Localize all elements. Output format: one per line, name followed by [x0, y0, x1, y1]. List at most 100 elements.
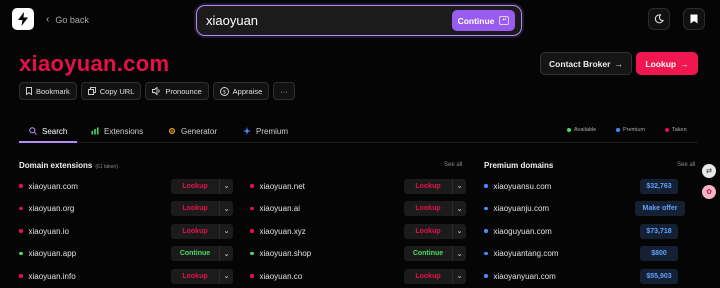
- price-button[interactable]: $55,903: [640, 268, 678, 284]
- domain-row[interactable]: xiaoyuan.info: [19, 268, 76, 284]
- price-button[interactable]: $73,718: [640, 223, 678, 239]
- contact-broker-label: Contact Broker: [549, 58, 611, 69]
- status-dot: [19, 206, 23, 211]
- domain-row[interactable]: xiaoyuan.io: [19, 223, 69, 239]
- domain-name: xiaoyuanju.com: [484, 204, 549, 213]
- domain-name: xiaoyuan.co: [250, 272, 302, 281]
- status-dot: [484, 184, 488, 188]
- bookmarks-button[interactable]: [683, 8, 705, 30]
- copy-url-button[interactable]: Copy URL: [80, 82, 142, 100]
- chevron-down-icon[interactable]: ⌄: [452, 268, 466, 284]
- domain-name: xiaoyuan.io: [19, 227, 69, 236]
- price-label: $55,903: [646, 272, 672, 280]
- domain-row[interactable]: xiaoyuan.com: [19, 178, 78, 194]
- chevron-down-icon[interactable]: ⌄: [219, 178, 233, 194]
- tab-premium[interactable]: Premium: [243, 122, 288, 143]
- continue-pill-button[interactable]: Continue ⌄: [171, 246, 233, 261]
- premium-domain-label: xiaoyuanju.com: [493, 204, 550, 213]
- status-dot: [250, 184, 254, 188]
- appraise-button[interactable]: $ Appraise: [212, 82, 270, 100]
- status-dot: [250, 206, 254, 211]
- extensions-title: Domain extensions: [19, 161, 93, 170]
- price-label: $32,763: [646, 182, 672, 190]
- bookmark-button[interactable]: Bookmark: [19, 82, 77, 100]
- lookup-pill-button[interactable]: Lookup ⌄: [404, 201, 466, 216]
- continue-label: Continue: [457, 15, 495, 26]
- domain-label: xiaoyuan.xyz: [259, 226, 306, 236]
- chevron-down-icon[interactable]: ⌄: [219, 246, 233, 261]
- pill-label: Lookup: [182, 272, 208, 280]
- premium-row[interactable]: xiaoyuantang.com: [484, 246, 558, 262]
- premium-row[interactable]: xiaoguyuan.com: [484, 223, 552, 239]
- chevron-down-icon[interactable]: ⌄: [219, 223, 233, 239]
- pronounce-button[interactable]: Pronounce: [145, 82, 209, 100]
- domain-name: xiaoyuan.shop: [250, 249, 311, 258]
- lookup-pill-button[interactable]: Lookup ⌄: [171, 268, 233, 284]
- domain-name: xiaoyuan.org: [19, 204, 74, 213]
- premium-see-all-link[interactable]: See all: [677, 162, 695, 168]
- translate-fab[interactable]: ⇄: [702, 164, 716, 178]
- tab-generator[interactable]: Generator: [168, 122, 217, 143]
- more-button[interactable]: ···: [273, 82, 295, 100]
- taken-dot: [665, 128, 669, 132]
- pill-label: Lookup: [415, 205, 441, 212]
- continue-button[interactable]: Continue ↵: [452, 10, 515, 31]
- extensions-see-all-link[interactable]: See all: [444, 162, 462, 168]
- status-dot: [19, 184, 23, 188]
- app-logo[interactable]: [12, 8, 34, 30]
- legend-available: Available: [567, 127, 596, 133]
- domain-name: xiaoyuan.app: [19, 249, 76, 258]
- chevron-down-icon[interactable]: ⌄: [219, 268, 233, 284]
- pill-label: Continue: [179, 250, 211, 257]
- theme-toggle-button[interactable]: [648, 8, 670, 30]
- domain-label: xiaoyuan.shop: [259, 249, 312, 258]
- lookup-pill-button[interactable]: Lookup ⌄: [404, 223, 466, 239]
- domain-row[interactable]: xiaoyuan.org: [19, 201, 74, 217]
- premium-row[interactable]: xiaoyuansu.com: [484, 178, 551, 194]
- chevron-down-icon[interactable]: ⌄: [452, 201, 466, 216]
- lookup-pill-button[interactable]: Lookup ⌄: [171, 223, 233, 239]
- contact-broker-button[interactable]: Contact Broker →: [540, 52, 632, 75]
- pill-label: Lookup: [415, 182, 441, 190]
- lookup-pill-button[interactable]: Lookup ⌄: [171, 201, 233, 216]
- continue-pill-button[interactable]: Continue ⌄: [404, 246, 466, 261]
- tab-extensions[interactable]: Extensions: [91, 122, 143, 143]
- tab-extensions-label: Extensions: [104, 127, 144, 136]
- search-input[interactable]: [206, 12, 426, 29]
- premium-domain-label: xiaoyuantang.com: [493, 249, 559, 258]
- domain-row[interactable]: xiaoyuan.co: [250, 268, 302, 284]
- premium-row[interactable]: xiaoyanyuan.com: [484, 268, 556, 284]
- domain-row[interactable]: xiaoyuan.app: [19, 246, 76, 262]
- chevron-down-icon[interactable]: ⌄: [452, 178, 466, 194]
- lookup-label: Lookup: [645, 58, 677, 69]
- chevron-down-icon[interactable]: ⌄: [452, 223, 466, 239]
- domain-row[interactable]: xiaoyuan.shop: [250, 246, 311, 262]
- premium-dot: [616, 128, 620, 132]
- domain-name: xiaoguyuan.com: [484, 227, 552, 236]
- status-dot: [484, 229, 488, 233]
- price-button[interactable]: $32,763: [640, 178, 678, 194]
- domain-name: xiaoyuantang.com: [484, 249, 558, 258]
- chevron-left-icon: ‹: [46, 14, 50, 25]
- lookup-button[interactable]: Lookup →: [636, 52, 698, 75]
- domain-row[interactable]: xiaoyuan.ai: [250, 201, 300, 217]
- back-button[interactable]: ‹ Go back: [46, 14, 89, 25]
- domain-name: xiaoyuan.net: [250, 182, 305, 191]
- lookup-pill-button[interactable]: Lookup ⌄: [404, 178, 466, 194]
- lookup-pill-button[interactable]: Lookup ⌄: [404, 268, 466, 284]
- premium-row[interactable]: xiaoyuanju.com: [484, 201, 549, 217]
- chevron-down-icon[interactable]: ⌄: [219, 201, 233, 216]
- chevron-down-icon[interactable]: ⌄: [452, 246, 466, 261]
- search-box: Continue ↵: [196, 5, 522, 36]
- available-dot: [567, 128, 571, 132]
- lookup-pill-button[interactable]: Lookup ⌄: [171, 178, 233, 194]
- tab-search[interactable]: Search: [19, 122, 78, 143]
- price-button[interactable]: $800: [640, 246, 678, 261]
- gear-icon: [168, 127, 176, 135]
- more-icon: ···: [280, 86, 288, 96]
- domain-row[interactable]: xiaoyuan.xyz: [250, 223, 306, 239]
- make-offer-button[interactable]: Make offer: [635, 201, 685, 216]
- domain-row[interactable]: xiaoyuan.net: [250, 178, 305, 194]
- assistant-fab[interactable]: ✿: [702, 185, 716, 199]
- status-dot: [250, 251, 254, 256]
